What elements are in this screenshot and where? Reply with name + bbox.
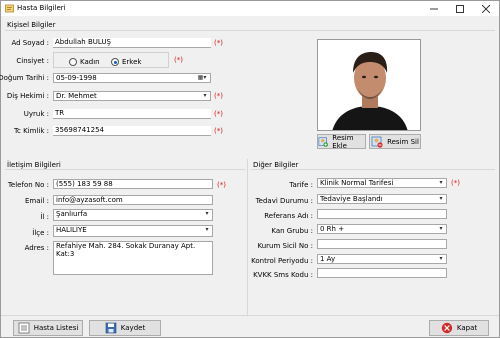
contact-group-divider	[5, 169, 245, 170]
blood-group-value: 0 Rh +	[320, 225, 345, 233]
close-icon	[441, 322, 453, 334]
doctor-label: Diş Hekimi :	[6, 92, 49, 100]
save-icon	[105, 322, 117, 334]
title-bar: Hasta Bilgileri	[1, 1, 499, 16]
birth-date-value: 05-09-1998	[56, 74, 97, 82]
chevron-down-icon: ▾	[205, 226, 209, 233]
patient-photo-image	[318, 40, 420, 130]
personal-group-title: Kişisel Bilgiler	[7, 21, 56, 29]
tariff-select[interactable]: Klinik Normal Tarifesi ▾	[317, 178, 447, 188]
list-icon	[18, 322, 30, 334]
gender-required-mark: (*)	[174, 56, 183, 64]
city-value: Şanlıurfa	[56, 210, 88, 218]
delete-photo-label: Resim Sil	[387, 137, 419, 146]
registry-input[interactable]	[317, 239, 447, 249]
registry-label: Kurum Sicil No :	[257, 242, 314, 250]
phone-input[interactable]: (555) 183 59 88	[53, 179, 213, 189]
blood-group-select[interactable]: 0 Rh + ▾	[317, 224, 447, 234]
minimize-button[interactable]	[423, 1, 445, 16]
add-photo-label: Resim Ekle	[332, 133, 354, 150]
tc-required-mark: (*)	[214, 127, 223, 135]
kvkk-input[interactable]	[317, 268, 447, 278]
reference-label: Referans Adı :	[264, 212, 313, 220]
patient-photo	[317, 39, 421, 131]
chevron-down-icon: ▾	[439, 225, 443, 232]
save-button[interactable]: Kaydet	[89, 320, 161, 336]
district-value: HALİLİYE	[56, 226, 87, 234]
window-title: Hasta Bilgileri	[17, 4, 66, 12]
nationality-label: Uyruk :	[23, 110, 49, 118]
calendar-icon[interactable]: ▦▾	[195, 74, 209, 82]
control-period-value: 1 Ay	[320, 255, 336, 263]
delete-photo-button[interactable]: Resim Sil	[369, 134, 421, 149]
address-label: Adres :	[24, 244, 49, 252]
name-required-mark: (*)	[214, 39, 223, 47]
save-label: Kaydet	[120, 324, 146, 332]
name-label: Ad Soyad :	[11, 39, 49, 47]
close-button[interactable]: Kapat	[429, 320, 489, 336]
doctor-select[interactable]: Dr. Mehmet ▾	[53, 91, 211, 101]
email-label: Email :	[24, 197, 49, 205]
add-photo-button[interactable]: Resim Ekle	[317, 133, 366, 150]
gender-female-radio[interactable]	[69, 58, 77, 66]
city-label: İl :	[40, 213, 49, 221]
minimize-icon	[430, 8, 438, 9]
image-add-icon	[318, 136, 328, 147]
doctor-value: Dr. Mehmet	[56, 92, 97, 100]
close-window-button[interactable]	[475, 1, 497, 16]
maximize-icon	[456, 4, 464, 13]
tariff-required-mark: (*)	[451, 179, 460, 187]
chevron-down-icon: ▾	[439, 195, 443, 202]
nationality-input[interactable]: TR	[53, 109, 211, 119]
treatment-select[interactable]: Tedaviye Başlandı ▾	[317, 194, 447, 204]
close-label: Kapat	[456, 324, 478, 332]
district-label: İlçe :	[32, 229, 49, 237]
control-period-select[interactable]: 1 Ay ▾	[317, 254, 447, 264]
birth-date-label: Doğum Tarihi :	[0, 74, 49, 82]
phone-required-mark: (*)	[217, 181, 226, 189]
contact-group-title: İletişim Bilgileri	[7, 161, 61, 169]
app-icon	[5, 4, 14, 13]
doctor-required-mark: (*)	[214, 92, 223, 100]
city-select[interactable]: Şanlıurfa ▾	[53, 209, 213, 221]
chevron-down-icon: ▾	[203, 92, 207, 99]
gender-male-radio[interactable]	[111, 58, 119, 66]
chevron-down-icon: ▾	[205, 210, 209, 217]
district-select[interactable]: HALİLİYE ▾	[53, 225, 213, 237]
footer-divider	[1, 315, 499, 316]
blood-group-label: Kan Grubu :	[271, 227, 313, 235]
birth-date-picker[interactable]: 05-09-1998 ▦▾	[53, 73, 211, 83]
control-period-label: Kontrol Periyodu :	[251, 257, 313, 265]
close-icon	[482, 4, 490, 13]
name-input[interactable]: Abdullah BULUŞ	[53, 38, 211, 48]
tariff-label: Tarife :	[289, 181, 313, 189]
other-group-title: Diğer Bilgiler	[253, 161, 299, 169]
other-group-divider	[251, 169, 495, 170]
chevron-down-icon: ▾	[439, 179, 443, 186]
personal-group-divider	[5, 30, 495, 31]
reference-input[interactable]	[317, 209, 447, 219]
patient-list-button[interactable]: Hasta Listesi	[13, 320, 83, 336]
treatment-label: Tedavi Durumu :	[255, 197, 313, 205]
email-input[interactable]: info@ayzasoft.com	[53, 195, 213, 205]
patient-window: Hasta Bilgileri Kişisel Bilgiler Ad Soya…	[0, 0, 500, 338]
gender-female-label: Kadın	[80, 58, 100, 66]
gender-male-label: Erkek	[122, 58, 142, 66]
address-textarea[interactable]: Refahiye Mah. 284. Sokak Duranay Apt. Ka…	[53, 241, 213, 275]
kvkk-label: KVKK Sms Kodu :	[253, 271, 313, 279]
tc-label: Tc Kimlik :	[13, 127, 49, 135]
phone-label: Telefon No :	[7, 181, 49, 189]
image-delete-icon	[371, 136, 383, 148]
patient-list-label: Hasta Listesi	[33, 324, 79, 332]
treatment-value: Tedaviye Başlandı	[320, 195, 383, 203]
chevron-down-icon: ▾	[439, 255, 443, 262]
gender-label: Cinsiyet :	[16, 57, 49, 65]
tc-input[interactable]: 35698741254	[53, 126, 211, 136]
tariff-value: Klinik Normal Tarifesi	[320, 179, 394, 187]
nationality-required-mark: (*)	[214, 110, 223, 118]
maximize-button[interactable]	[449, 1, 471, 16]
